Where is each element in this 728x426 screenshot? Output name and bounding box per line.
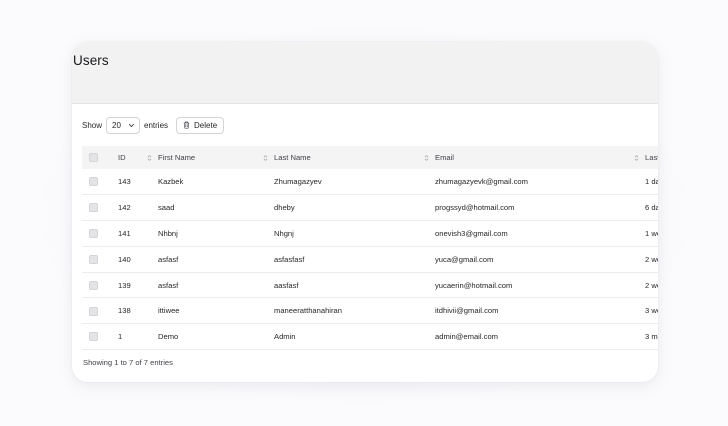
cell-last-seen: 6 da <box>645 203 658 213</box>
row-select-cell[interactable] <box>82 221 118 247</box>
table-summary: Showing 1 to 7 of 7 entries <box>83 358 173 368</box>
cell-id: 139 <box>118 280 131 290</box>
column-header-last-name[interactable]: Last Name <box>274 146 435 169</box>
cell-first-name: saad <box>158 203 175 213</box>
table-toolbar: Show 20 entries Delete <box>82 116 658 134</box>
page-size-select[interactable]: 20 <box>106 116 141 134</box>
cell-first-name: asfasf <box>158 254 179 264</box>
sort-icon <box>424 154 429 161</box>
row-select-cell[interactable] <box>82 246 118 272</box>
column-header-last-seen-label: Last <box>645 153 658 162</box>
cell-email: itdhivii@gmail.com <box>435 306 499 316</box>
cell-last-seen: 2 we <box>645 254 658 264</box>
column-header-first-name-label: First Name <box>158 153 196 162</box>
sort-icon <box>634 154 639 161</box>
cell-last-seen: 2 we <box>645 280 658 290</box>
page-title: Users <box>73 53 109 68</box>
delete-label: Delete <box>194 120 218 130</box>
row-select-cell[interactable] <box>82 195 118 221</box>
table-row[interactable]: 139 asfasf aasfasf yucaerin@hotmail.com 2 we <box>82 272 658 298</box>
cell-last-seen: 3 we <box>645 306 658 316</box>
cell-last-name: aasfasf <box>274 280 299 290</box>
column-header-first-name[interactable]: First Name <box>158 146 274 169</box>
users-table: ID First Name Last Name Email Last 143 Ka… <box>82 146 658 350</box>
cell-email: admin@email.com <box>435 332 498 342</box>
cell-email: yucaerin@hotmail.com <box>435 280 513 290</box>
show-label: Show <box>82 120 103 130</box>
row-checkbox[interactable] <box>89 203 98 213</box>
cell-id: 142 <box>118 203 131 213</box>
trash-icon <box>183 121 190 129</box>
table-row[interactable]: 138 ittiwee maneeratthanahiran itdhivii@gma… <box>82 298 658 324</box>
row-checkbox[interactable] <box>89 229 98 239</box>
cell-id: 1 <box>118 332 123 342</box>
column-header-last-seen[interactable]: Last <box>645 146 658 169</box>
cell-email: yuca@gmail.com <box>435 254 494 264</box>
cell-first-name: Kazbek <box>158 177 184 187</box>
table-row[interactable]: 143 Kazbek Zhumagazyev zhumagazyevk@gmail.c… <box>82 169 658 195</box>
row-checkbox[interactable] <box>89 177 98 187</box>
delete-button[interactable]: Delete <box>176 116 225 134</box>
row-select-cell[interactable] <box>82 272 118 298</box>
header-select-all[interactable] <box>82 146 118 169</box>
column-header-id-label: ID <box>118 153 126 162</box>
row-select-cell[interactable] <box>82 169 118 195</box>
page-size-value: 20 <box>112 120 121 130</box>
cell-last-name: dheby <box>274 203 295 213</box>
chevron-down-icon <box>128 123 135 127</box>
sort-icon <box>147 154 152 161</box>
row-checkbox[interactable] <box>89 332 98 342</box>
entries-label: entries <box>144 120 169 130</box>
sort-icon <box>263 154 268 161</box>
row-select-cell[interactable] <box>82 298 118 324</box>
column-header-last-name-label: Last Name <box>274 153 311 162</box>
cell-last-seen: 3 m <box>645 332 658 342</box>
card-header: Users <box>72 42 658 104</box>
cell-last-seen: 1 da <box>645 177 658 187</box>
row-checkbox[interactable] <box>89 280 98 290</box>
row-checkbox[interactable] <box>89 255 98 265</box>
cell-first-name: ittiwee <box>158 306 180 316</box>
cell-id: 140 <box>118 254 131 264</box>
table-row[interactable]: 142 saad dheby progssyd@hotmail.com 6 da <box>82 195 658 221</box>
table-row[interactable]: 1 Demo Admin admin@email.com 3 m <box>82 324 658 350</box>
cell-email: zhumagazyevk@gmail.com <box>435 177 528 187</box>
column-header-id[interactable]: ID <box>118 146 158 169</box>
cell-last-name: Nhgnj <box>274 228 294 238</box>
row-checkbox[interactable] <box>89 306 98 316</box>
select-all-checkbox[interactable] <box>89 153 98 163</box>
cell-id: 141 <box>118 228 131 238</box>
card-content: Show 20 entries Delete ID First Name Las… <box>72 104 658 367</box>
table-header-row: ID First Name Last Name Email Last <box>82 146 658 169</box>
users-card: Users Show 20 entries Delete ID First Na… <box>72 42 658 382</box>
row-select-cell[interactable] <box>82 324 118 350</box>
cell-email: onevish3@gmail.com <box>435 228 508 238</box>
cell-last-name: Admin <box>274 332 296 342</box>
table-row[interactable]: 140asfasfasfasfasfyuca@gmail.com2 we <box>82 246 658 273</box>
column-header-email-label: Email <box>435 153 454 162</box>
users-table-wrapper[interactable]: ID First Name Last Name Email Last 143 Ka… <box>82 146 658 350</box>
cell-last-name: maneeratthanahiran <box>274 306 342 316</box>
cell-first-name: Demo <box>158 332 179 342</box>
cell-last-seen: 1 we <box>645 228 658 238</box>
cell-email: progssyd@hotmail.com <box>435 203 515 213</box>
cell-first-name: Nhbnj <box>158 228 178 238</box>
cell-last-name: Zhumagazyev <box>274 177 322 187</box>
cell-first-name: asfasf <box>158 280 179 290</box>
table-row[interactable]: 141 Nhbnj Nhgnj onevish3@gmail.com 1 we <box>82 221 658 247</box>
cell-id: 143 <box>118 177 131 187</box>
column-header-email[interactable]: Email <box>435 146 645 169</box>
cell-id: 138 <box>118 306 131 316</box>
cell-last-name: asfasfasf <box>274 254 305 264</box>
